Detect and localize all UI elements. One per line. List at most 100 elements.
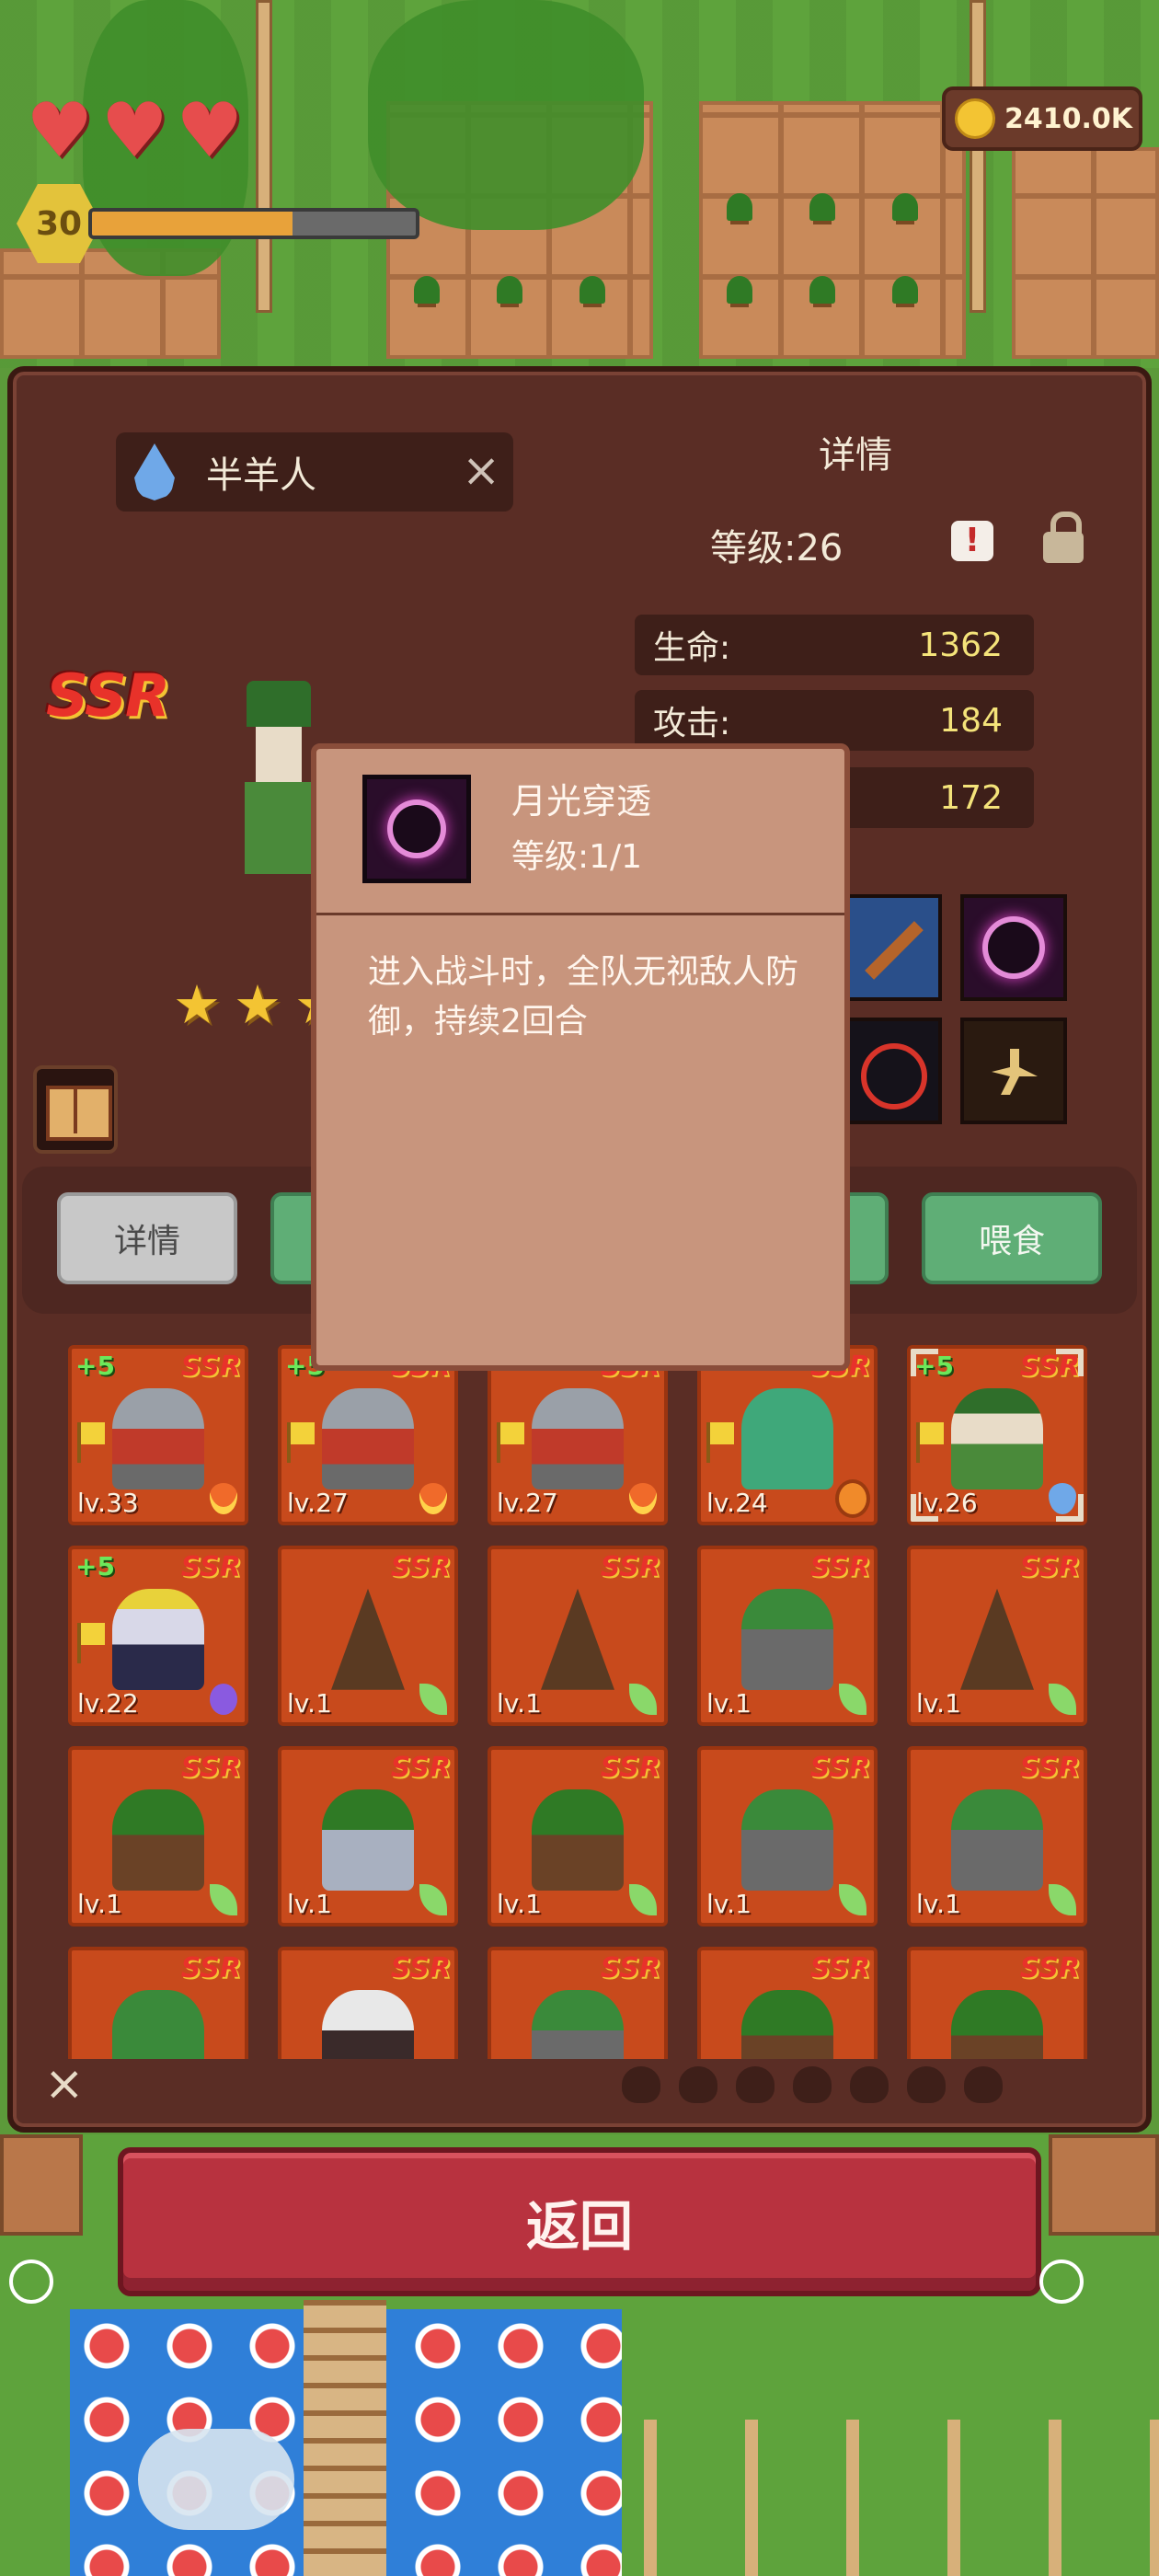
back-button[interactable]: 返回 — [118, 2147, 1041, 2296]
team-flag-icon — [77, 1623, 105, 1663]
refresh-filter-icon[interactable] — [964, 2066, 1003, 2103]
exclamation-icon[interactable]: ! — [951, 521, 993, 561]
card-level: lv.1 — [287, 1889, 332, 1919]
orc-sprite — [741, 1788, 833, 1891]
sprout-plant — [727, 276, 752, 304]
feed-button[interactable]: 喂食 — [922, 1192, 1102, 1284]
unit-card[interactable]: SSR lv.1 — [697, 1746, 878, 1926]
shield-filter-icon[interactable] — [793, 2066, 832, 2103]
star-filter-icon[interactable] — [907, 2066, 946, 2103]
hero-body — [245, 782, 318, 874]
sprout-plant — [497, 276, 522, 304]
earth-filter-icon[interactable] — [679, 2066, 717, 2103]
barn-building — [0, 2134, 83, 2236]
sprout-plant — [809, 193, 835, 221]
team-flag-icon — [706, 1422, 734, 1463]
detail-button[interactable]: 详情 — [57, 1192, 237, 1284]
unit-card[interactable]: SSR — [278, 1947, 458, 2059]
unit-card[interactable]: SSRlv.27 — [488, 1345, 668, 1525]
experience-bar-fill — [92, 212, 293, 236]
unit-card[interactable]: SSR lv.1 — [278, 1746, 458, 1926]
sprout-plant — [414, 276, 440, 304]
heart-icon: ♥ — [26, 87, 94, 175]
flame-filter-icon[interactable] — [850, 2066, 889, 2103]
coin-amount: 2410.0K — [1004, 102, 1133, 135]
unit-card[interactable]: SSR lv.1 — [278, 1546, 458, 1726]
leaf-element-icon — [1049, 1684, 1076, 1715]
fire-element-icon — [210, 1483, 237, 1514]
lock-icon[interactable] — [1043, 512, 1084, 563]
close-icon[interactable]: × — [462, 438, 500, 502]
heart-icon: ♥ — [176, 87, 244, 175]
book-icon[interactable] — [33, 1065, 118, 1154]
crop-field-far-right — [1012, 147, 1159, 359]
crosshair-icon[interactable] — [835, 1018, 942, 1124]
card-level: lv.1 — [916, 1889, 961, 1919]
unit-card[interactable]: SSRlv.24 — [697, 1345, 878, 1525]
crop-field-right — [699, 101, 966, 359]
team-flag-icon — [916, 1422, 944, 1463]
rarity-badge: SSR — [809, 1752, 870, 1784]
card-level: lv.1 — [916, 1688, 961, 1719]
rarity-badge: SSR — [180, 1551, 241, 1583]
card-level: lv.1 — [287, 1688, 332, 1719]
slime-sprite — [741, 1387, 833, 1489]
unit-card[interactable]: SSR lv.1 — [68, 1746, 248, 1926]
rarity-badge: SSR — [180, 1351, 241, 1383]
moon-orb-icon[interactable] — [960, 894, 1067, 1001]
unit-card[interactable]: SSR — [68, 1947, 248, 2059]
unit-card[interactable]: SSR lv.1 — [488, 1546, 668, 1726]
unit-card[interactable]: SSR lv.1 — [697, 1546, 878, 1726]
close-icon[interactable]: × — [44, 2060, 85, 2108]
divider — [316, 913, 844, 915]
animal-pen-fence — [644, 2420, 1159, 2576]
leaf-element-icon — [210, 1884, 237, 1915]
sprout-plant — [892, 276, 918, 304]
unit-card[interactable]: SSR+5lv.27 — [278, 1345, 458, 1525]
unit-card[interactable]: SSR +5 lv.33 — [68, 1345, 248, 1525]
detail-title: 详情 — [819, 434, 892, 477]
leaf-element-icon — [419, 1684, 447, 1715]
sprout-plant — [892, 193, 918, 221]
fence-post — [970, 0, 986, 313]
selection-corner — [911, 1349, 938, 1376]
dash-icon[interactable] — [960, 1018, 1067, 1124]
team-flag-icon — [497, 1422, 524, 1463]
card-level: lv.1 — [706, 1688, 752, 1719]
fire-element-icon — [629, 1483, 657, 1514]
fire-filter-icon[interactable] — [622, 2066, 660, 2103]
leaf-element-icon — [629, 1684, 657, 1715]
tree-sprite — [331, 1588, 405, 1690]
unit-card[interactable]: SSR — [907, 1947, 1087, 2059]
ent-sprite — [951, 1989, 1043, 2059]
coin-counter[interactable]: 2410.0K — [942, 86, 1142, 151]
staff-icon[interactable] — [835, 894, 942, 1001]
stat-label: 攻击: — [653, 705, 731, 742]
unit-card[interactable]: SSR +5 lv.26 — [907, 1345, 1087, 1525]
rarity-badge: SSR — [1019, 1551, 1080, 1583]
health-hearts: ♥ ♥ ♥ — [26, 87, 244, 175]
fire-element-icon — [419, 1483, 447, 1514]
unit-card[interactable]: SSR lv.1 — [488, 1746, 668, 1926]
wooden-dock — [304, 2300, 386, 2576]
experience-bar — [88, 208, 419, 239]
stat-label: 生命: — [653, 629, 731, 667]
unit-card[interactable]: SSR lv.1 — [907, 1746, 1087, 1926]
water-filter-icon[interactable] — [736, 2066, 775, 2103]
goblin-sprite — [112, 1989, 204, 2059]
unit-card[interactable]: SSR — [697, 1947, 878, 2059]
unit-card[interactable]: SSR +5 lv.22 — [68, 1546, 248, 1726]
unit-card[interactable]: SSR lv.1 — [907, 1546, 1087, 1726]
ent-sprite — [112, 1788, 204, 1891]
fence-post — [256, 0, 272, 313]
tree-sprite — [541, 1588, 614, 1690]
unit-card[interactable]: SSR — [488, 1947, 668, 2059]
selection-corner — [1056, 1494, 1084, 1522]
team-flag-icon — [287, 1422, 315, 1463]
rarity-badge: SSR — [600, 1752, 660, 1784]
hero-hat — [247, 681, 311, 727]
unit-card-grid: SSR+5lv.33SSR+5lv.27SSRlv.27SSRlv.24SSR+… — [68, 1345, 1091, 2059]
element-filter-bar — [622, 2066, 1003, 2103]
unit-level: 等级:26 — [710, 527, 843, 569]
team-flag-icon — [77, 1422, 105, 1463]
